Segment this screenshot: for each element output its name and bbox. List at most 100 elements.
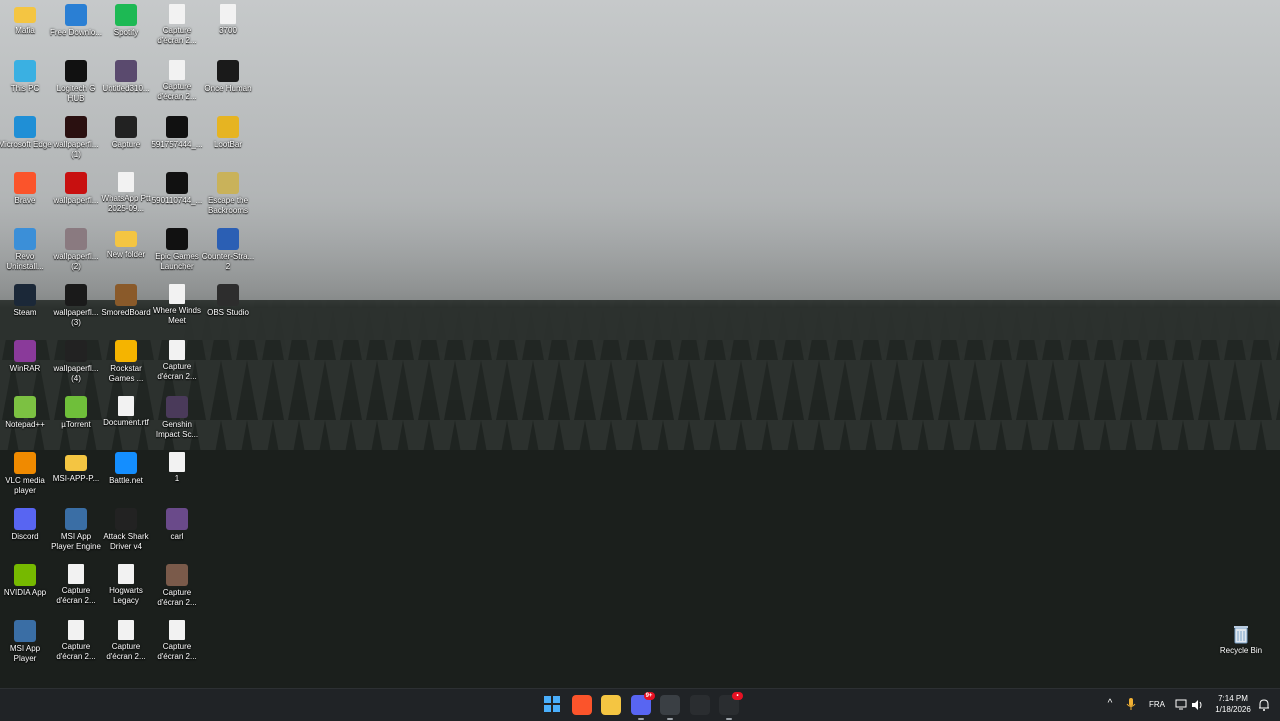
monitor-icon (14, 60, 36, 82)
start-button[interactable] (542, 695, 562, 715)
desktop-icon[interactable]: Capture d'écran 2... (101, 616, 151, 662)
network-icon[interactable] (1175, 698, 1189, 710)
desktop-icon[interactable]: Capture d'écran 2... (152, 560, 202, 608)
desktop-icon[interactable]: Where Winds Meet (152, 280, 202, 326)
file-icon (169, 284, 185, 304)
desktop-icon-label: µTorrent (61, 420, 91, 429)
taskbar-brave[interactable] (571, 695, 592, 715)
taskbar-discord[interactable]: 9+ (630, 692, 655, 720)
windows-start-icon (544, 695, 560, 715)
desktop-icon-label: VLC media player (5, 476, 45, 495)
clock[interactable]: 7:14 PM 1/18/2026 (1210, 693, 1256, 715)
desktop-icon-label: Capture d'écran 2... (157, 26, 197, 45)
language-indicator[interactable]: FRA (1149, 700, 1165, 709)
desktop-icon-label: Counter-Stra... 2 (201, 252, 255, 271)
recycle-bin-icon (1232, 624, 1250, 644)
desktop-icon[interactable]: VLC media player (0, 448, 50, 496)
desktop-icon[interactable]: Logitech G HUB (51, 56, 101, 104)
taskbar-settings[interactable] (689, 695, 710, 715)
taskbar-terminal[interactable] (660, 695, 680, 720)
desktop-icon[interactable]: Steam (0, 280, 50, 318)
desktop-icon[interactable]: Document.rtf (101, 392, 151, 428)
desktop-icon[interactable]: wallpaperfl... (1) (51, 112, 101, 160)
notification-bell-icon[interactable] (1258, 698, 1270, 711)
show-hidden-icons-button[interactable]: ^ (1104, 698, 1116, 710)
desktop-icon[interactable]: Capture d'écran 2... (51, 560, 101, 606)
desktop-area[interactable]: Mafia Free Downlo... Spotify Capture d'écra… (0, 0, 1280, 688)
desktop-icon-label: wallpaperfl... (53, 196, 99, 205)
desktop-icon[interactable]: Attack Shark Driver v4 (101, 504, 151, 552)
desktop-icon[interactable]: Capture d'écran 2... (152, 0, 202, 46)
audio-file-icon (118, 172, 134, 192)
desktop-icon[interactable]: Counter-Stra... 2 (201, 224, 255, 272)
taskbar-file-explorer[interactable] (601, 695, 621, 715)
desktop-icon[interactable]: NVIDIA App (0, 560, 50, 598)
desktop-icon[interactable]: Escape the Backrooms (203, 168, 253, 216)
desktop-icon[interactable]: MSI App Player Engine (51, 504, 101, 552)
desktop-icon-label: Capture d'écran 2... (157, 588, 197, 607)
microphone-icon[interactable] (1126, 697, 1136, 711)
desktop-icon[interactable]: Brave (0, 168, 50, 206)
desktop-icon-label: WinRAR (9, 364, 41, 373)
desktop-icon[interactable]: Untitled310... (101, 56, 151, 94)
desktop-icon[interactable]: wallpaperfl... (3) (51, 280, 101, 328)
desktop-icon[interactable]: Capture d'écran 2... (152, 616, 202, 662)
desktop-icon[interactable]: Capture (101, 112, 151, 150)
smoredboard-icon (115, 284, 137, 306)
desktop-icon[interactable]: 591757444_... (151, 112, 203, 150)
desktop-icon[interactable]: SmoredBoard (101, 280, 151, 318)
desktop-icon-label: Free Downlo... (49, 28, 103, 37)
lootbar-icon (217, 116, 239, 138)
desktop-icon[interactable]: New folder (101, 224, 151, 260)
desktop-icon[interactable]: Free Downlo... (49, 0, 103, 38)
desktop-icon[interactable]: wallpaperfl... (51, 168, 101, 206)
volume-icon[interactable] (1191, 698, 1203, 710)
desktop-icon-label: LootBar (213, 140, 243, 149)
desktop-icon[interactable]: Genshin Impact Sc... (152, 392, 202, 440)
desktop-icon-label: Genshin Impact Sc... (155, 420, 199, 439)
desktop-icon[interactable]: wallpaperfl... (4) (51, 336, 101, 384)
desktop-icon[interactable]: wallpaperfl... (2) (51, 224, 101, 272)
utorrent-icon (65, 396, 87, 418)
desktop-icon[interactable]: Epic Games Launcher (152, 224, 202, 272)
desktop-icon[interactable]: 3700 (203, 0, 253, 36)
desktop-icon[interactable]: Microsoft Edge (0, 112, 52, 150)
desktop-icon[interactable]: MSI App Player (0, 616, 50, 664)
desktop-icon[interactable]: carl (152, 504, 202, 542)
desktop-icon[interactable]: Capture d'écran 2... (152, 336, 202, 382)
desktop-icon[interactable]: Once Human (203, 56, 253, 94)
desktop-icon[interactable]: Revo Uninstall... (0, 224, 50, 272)
desktop-icon[interactable]: Discord (0, 504, 50, 542)
obs-icon (217, 284, 239, 306)
desktop-icon-label: wallpaperfl... (2) (53, 252, 99, 271)
desktop-icon-label: Epic Games Launcher (155, 252, 199, 271)
desktop-icon[interactable]: WhatsApp Ptt 2025-09... (101, 168, 151, 214)
once-human-icon (217, 60, 239, 82)
desktop-icon[interactable]: OBS Studio (203, 280, 253, 318)
desktop-icon-label: wallpaperfl... (1) (53, 140, 99, 159)
desktop-icon[interactable]: LootBar (203, 112, 253, 150)
desktop-icon[interactable]: 1 (152, 448, 202, 484)
desktop-icon-recycle-bin[interactable]: Recycle Bin (1216, 620, 1266, 656)
desktop-icon[interactable]: This PC (0, 56, 50, 94)
desktop-icon[interactable]: Capture d'écran 2... (152, 56, 202, 102)
phone-image-icon (115, 116, 137, 138)
desktop-icon[interactable]: WinRAR (0, 336, 50, 374)
msi-app-icon (14, 620, 36, 642)
desktop-icon[interactable]: Hogwarts Legacy (101, 560, 151, 606)
epic-icon (166, 228, 188, 250)
desktop-icon[interactable]: µTorrent (51, 392, 101, 430)
desktop-icon[interactable]: Mafia (0, 0, 50, 36)
desktop-icon[interactable]: MSI-APP-P... (51, 448, 101, 484)
desktop-icon[interactable]: Rockstar Games ... (101, 336, 151, 384)
desktop-icon[interactable]: Capture d'écran 2... (51, 616, 101, 662)
desktop-icon[interactable]: Battle.net (101, 448, 151, 486)
desktop-icon-label: Battle.net (109, 476, 143, 485)
notification-badge: 9+ (643, 692, 655, 700)
desktop-icon-label: Logitech G HUB (56, 84, 96, 103)
desktop-icon[interactable]: Notepad++ (0, 392, 50, 430)
taskbar-app[interactable]: • (719, 692, 743, 720)
desktop-icon-label: Rockstar Games ... (108, 364, 144, 383)
desktop-icon[interactable]: Spotify (101, 0, 151, 38)
desktop-icon[interactable]: 590110744_... (152, 168, 202, 206)
